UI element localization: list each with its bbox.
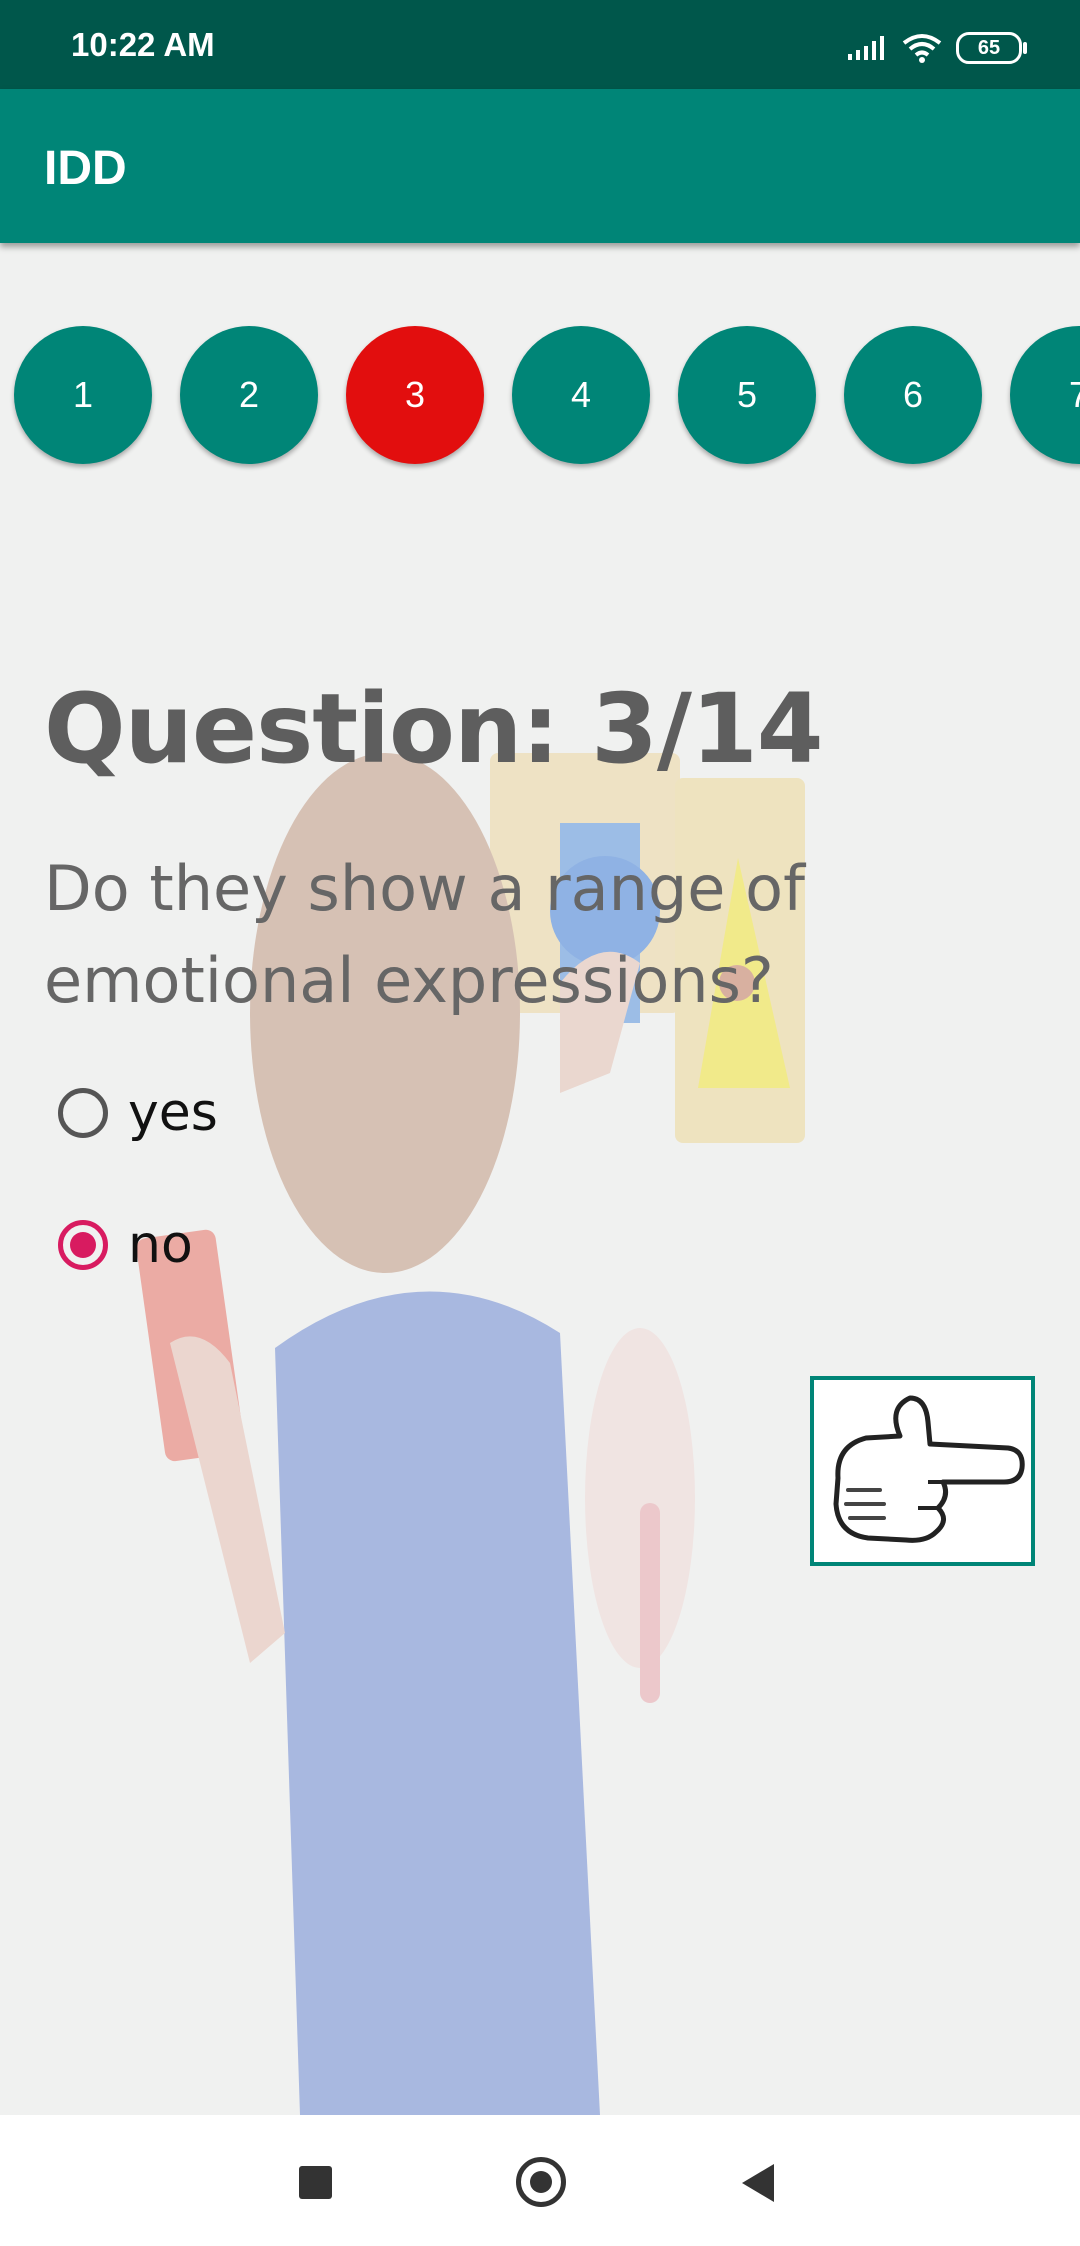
question-title: Question: 3/14: [44, 673, 824, 785]
question-screen: 1 2 3 4 5 6 7 Question: 3/14 Do they sho…: [0, 243, 1080, 2115]
background-photo: [0, 243, 1080, 2115]
question-button-1[interactable]: 1: [14, 326, 152, 464]
app-bar: IDD: [0, 89, 1080, 243]
status-icons: 65: [846, 30, 1027, 66]
option-no-label: no: [128, 1215, 193, 1275]
question-text: Do they show a range of emotional expres…: [44, 852, 805, 1017]
recent-apps-icon[interactable]: [299, 2166, 332, 2199]
pointing-hand-icon: [833, 1395, 1025, 1543]
status-time: 10:22 AM: [71, 26, 215, 63]
battery-level: 65: [977, 36, 1001, 59]
question-navigation: 1 2 3 4 5 6 7: [14, 326, 1080, 464]
system-navigation-bar: [0, 2115, 1080, 2246]
question-button-4[interactable]: 4: [512, 326, 650, 464]
radio-no[interactable]: [58, 1220, 108, 1270]
next-button[interactable]: [810, 1376, 1035, 1566]
question-button-5[interactable]: 5: [678, 326, 816, 464]
question-button-2[interactable]: 2: [180, 326, 318, 464]
wifi-icon: [902, 34, 942, 63]
battery-icon: 65: [956, 32, 1027, 64]
app-title: IDD: [44, 142, 127, 195]
back-icon[interactable]: [742, 2164, 774, 2202]
option-no[interactable]: no: [58, 1215, 193, 1275]
question-button-6[interactable]: 6: [844, 326, 982, 464]
status-bar: 10:22 AM 65: [0, 0, 1080, 89]
radio-yes[interactable]: [58, 1088, 108, 1138]
option-yes[interactable]: yes: [58, 1083, 218, 1143]
option-yes-label: yes: [128, 1083, 218, 1143]
question-button-7[interactable]: 7: [1010, 326, 1080, 464]
signal-icon: [848, 36, 884, 60]
question-button-3[interactable]: 3: [346, 326, 484, 464]
home-icon[interactable]: [516, 2157, 566, 2207]
